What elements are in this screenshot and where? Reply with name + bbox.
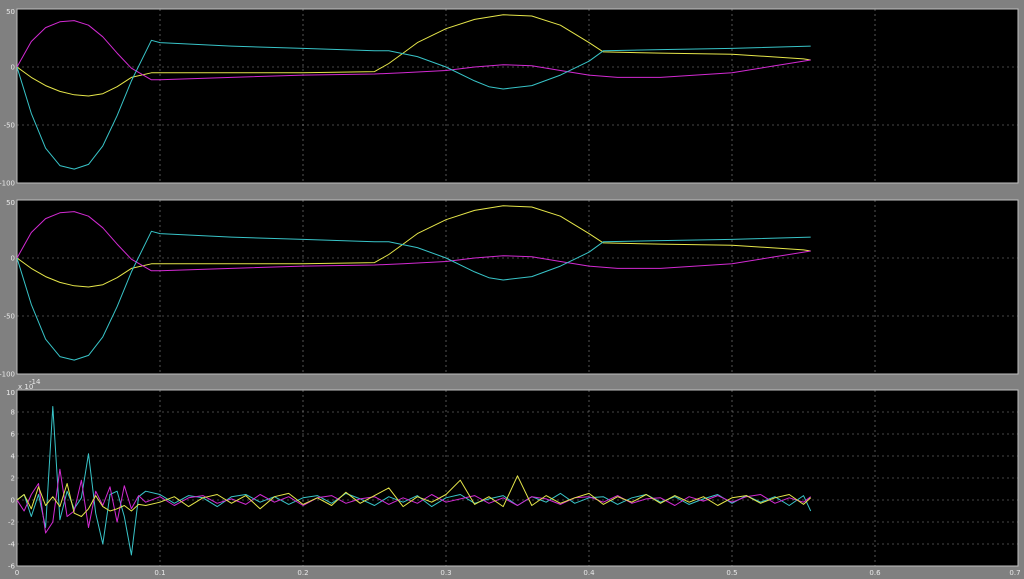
y-tick-label: 8 bbox=[11, 409, 15, 417]
y-tick-label: 0 bbox=[11, 497, 15, 505]
y-tick-label: 0 bbox=[11, 255, 15, 263]
axes-background bbox=[16, 199, 1019, 375]
x-tick-label: 0.4 bbox=[583, 569, 595, 577]
y-tick-label: 6 bbox=[11, 431, 16, 439]
scope-panel-3: 1086420-2-4-60 0.1 0.2 0.3 0.4 0.5 0.6 0.7x 10-… bbox=[6, 378, 1020, 577]
axes-background bbox=[16, 8, 1019, 184]
x-tick-label: 0.6 bbox=[869, 569, 881, 577]
y-tick-label: -2 bbox=[8, 519, 15, 527]
y-tick-label: 2 bbox=[11, 475, 15, 483]
y-tick-label: 50 bbox=[6, 8, 15, 16]
x-tick-label: 0.7 bbox=[1009, 569, 1020, 577]
x-tick-label: 0.3 bbox=[440, 569, 451, 577]
x-tick-label: 0.5 bbox=[726, 569, 737, 577]
y-tick-label: -50 bbox=[4, 313, 15, 321]
scope-panel-1: 50 0 -50 -100 bbox=[0, 8, 1019, 188]
x-tick-label: 0 bbox=[15, 569, 19, 577]
y-tick-label: 50 bbox=[6, 199, 15, 207]
y-tick-label: -4 bbox=[8, 541, 16, 549]
y-tick-label: -100 bbox=[0, 180, 15, 188]
y-tick-label: 0 bbox=[11, 64, 15, 72]
y-tick-label: 4 bbox=[11, 453, 16, 461]
scope-panel-2: 50 0 -50 -100 bbox=[0, 199, 1019, 379]
y-tick-label: 10 bbox=[6, 389, 15, 397]
scope-figure: 50 0 -50 -100 50 0 -50 -100 10 8 6 4 2 0 -2 -4 -6 0 0.1 0.2… bbox=[0, 0, 1024, 579]
y-tick-label: -50 bbox=[4, 122, 15, 130]
x-tick-label: 0.1 bbox=[154, 569, 165, 577]
scope-canvas: 500-50-100500-50-1001086420-2-4-60 0.1 0.2… bbox=[0, 0, 1024, 579]
exponent-power: -14 bbox=[29, 378, 41, 386]
y-tick-label: -100 bbox=[0, 371, 15, 379]
x-tick-label: 0.2 bbox=[297, 569, 308, 577]
